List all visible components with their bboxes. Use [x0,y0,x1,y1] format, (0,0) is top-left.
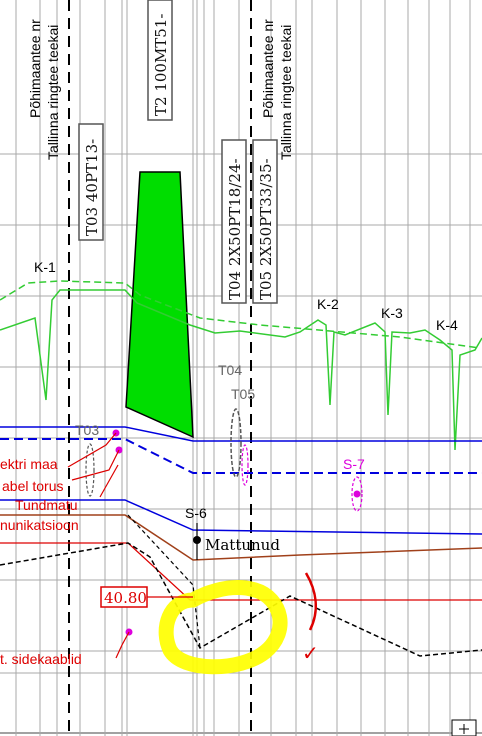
handwritten-bracket [304,572,318,631]
profile-drawing: Põhimaantee nr Tallinna ringtee teekai P… [0,0,482,736]
legend-elektri-maa: ektri maa [0,456,58,472]
road-label-left-2: Tallinna ringtee teekai [45,25,61,160]
pipe-box-t04-text: T04 2X50PT18/24- [226,158,244,300]
label-k1: K-1 [34,259,56,275]
label-mattunud: Mattunud [205,536,280,554]
vertical-grid [15,0,471,736]
label-t05: T05 [231,386,255,402]
label-s7: S-7 [343,456,365,472]
elevation-box-text: 40.80 [104,589,147,607]
pipe-box-t02-text: T2 100MT51- [152,14,170,116]
s7-point [353,490,361,498]
legend-sidekaablid: t. sidekaablid [0,651,82,667]
label-k2: K-2 [317,296,339,312]
road-label-left-1: Põhimaantee nr [27,19,43,118]
profile-canvas: Põhimaantee nr Tallinna ringtee teekai P… [0,0,482,736]
label-t03: T03 [75,422,99,438]
pipe-box-t03-text: T03 40PT13- [83,139,101,236]
label-t04: T04 [218,362,242,378]
t2-pipe-section [125,171,194,439]
handwritten-check: ✓ [302,643,319,665]
pipe-box-t05-text: T05 2X50PT33/35- [257,158,275,300]
label-k3: K-3 [381,305,403,321]
s6-marker [193,523,201,560]
corner-widget[interactable] [451,719,477,736]
legend-kommunikatsioon: nunikatsioon [0,517,79,533]
t05-pipe-ellipse [241,444,249,486]
t03-pipe-ellipse [85,443,95,497]
label-k4: K-4 [436,317,458,333]
label-s6: S-6 [185,505,207,521]
legend-kabel-torus: abel torus [2,478,63,494]
road-label-right-1: Põhimaantee nr [260,19,276,118]
legend-tundmatu: Tundmatu [15,497,78,513]
road-label-right-2: Tallinna ringtee teekai [278,25,294,160]
